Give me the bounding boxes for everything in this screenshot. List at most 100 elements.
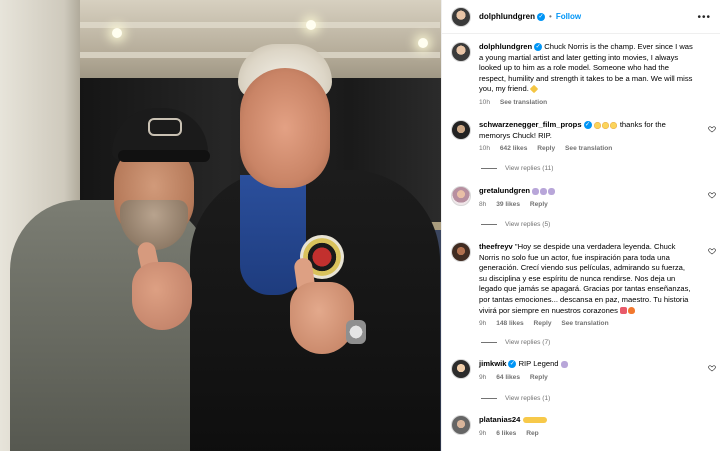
heart-icon[interactable] bbox=[708, 191, 716, 199]
reply-button[interactable]: Reply bbox=[530, 374, 548, 381]
replies-divider bbox=[481, 168, 497, 169]
caption-avatar[interactable] bbox=[451, 42, 471, 62]
hand-left bbox=[132, 262, 192, 330]
view-replies-button[interactable]: View replies (1) bbox=[481, 395, 550, 402]
comment-time: 9h bbox=[479, 373, 487, 381]
caption-meta: 10h See translation bbox=[479, 99, 693, 106]
comment-body: "Hoy se despide una verdadera leyenda. C… bbox=[479, 242, 691, 315]
see-translation-link[interactable]: See translation bbox=[561, 320, 608, 327]
comment-username[interactable]: jimkwik bbox=[479, 359, 506, 368]
comment-time: 8h bbox=[479, 200, 487, 208]
wristwatch bbox=[346, 320, 366, 344]
post-caption: dolphlundgren ✓ Chuck Norris is the champ… bbox=[451, 42, 709, 106]
heart-icon[interactable] bbox=[708, 247, 716, 255]
commenter-avatar[interactable] bbox=[451, 242, 471, 262]
comment-likes[interactable]: 64 likes bbox=[496, 374, 520, 381]
caption-text: dolphlundgren ✓ Chuck Norris is the champ… bbox=[479, 42, 693, 95]
commenter-avatar[interactable] bbox=[451, 359, 471, 379]
comment-body: RIP Legend bbox=[518, 359, 559, 368]
comment-item: jimkwik ✓ RIP Legend 9h 64 likes Reply bbox=[451, 359, 709, 381]
reply-button[interactable]: Reply bbox=[537, 145, 555, 152]
comment-text: theefreyv "Hoy se despide una verdadera … bbox=[479, 242, 693, 316]
replies-divider bbox=[481, 342, 497, 343]
replies-divider bbox=[481, 224, 497, 225]
view-replies-label: View replies (11) bbox=[505, 165, 554, 172]
comment-meta: 8h 39 likes Reply bbox=[479, 201, 693, 208]
reply-button[interactable]: Rep bbox=[526, 430, 538, 437]
commenter-avatar[interactable] bbox=[451, 120, 471, 140]
photo-lamp bbox=[112, 28, 122, 38]
comment-likes[interactable]: 39 likes bbox=[496, 201, 520, 208]
emoji-icon bbox=[601, 121, 609, 129]
emoji-icon bbox=[522, 417, 547, 423]
comment-time: 9h bbox=[479, 320, 487, 328]
comment-meta: 9h 6 likes Rep bbox=[479, 430, 693, 437]
verified-badge-icon: ✓ bbox=[537, 12, 545, 21]
comment-text: platanias24 bbox=[479, 415, 693, 426]
comment-time: 10h bbox=[479, 145, 491, 153]
praying-hands-emoji-icon bbox=[540, 187, 548, 195]
view-replies-button[interactable]: View replies (7) bbox=[481, 339, 550, 346]
broken-heart-emoji-icon bbox=[620, 307, 627, 315]
fire-emoji-icon bbox=[628, 307, 635, 315]
post-photo bbox=[0, 0, 441, 451]
hand-right bbox=[290, 282, 354, 354]
comment-username[interactable]: theefreyv bbox=[479, 242, 513, 251]
instagram-post-modal: dolphlundgren ✓ • Follow ••• dolphlundgr… bbox=[0, 0, 720, 451]
verified-badge-icon: ✓ bbox=[583, 121, 592, 129]
follow-button[interactable]: Follow bbox=[556, 12, 581, 21]
praying-hands-emoji-icon bbox=[532, 187, 540, 195]
comment-time: 9h bbox=[479, 429, 487, 437]
comment-meta: 9h 148 likes Reply See translation bbox=[479, 320, 693, 327]
see-translation-link[interactable]: See translation bbox=[500, 99, 547, 106]
comment-username[interactable]: gretalundgren bbox=[479, 186, 530, 195]
see-translation-link[interactable]: See translation bbox=[565, 145, 612, 152]
comment-text: jimkwik ✓ RIP Legend bbox=[479, 359, 693, 370]
comment-likes[interactable]: 148 likes bbox=[496, 320, 524, 327]
cap-logo bbox=[148, 118, 182, 136]
post-header: dolphlundgren ✓ • Follow ••• bbox=[442, 0, 720, 34]
emoji-icon bbox=[593, 121, 601, 129]
reply-button[interactable]: Reply bbox=[534, 320, 552, 327]
caption-username[interactable]: dolphlundgren bbox=[479, 42, 532, 51]
comments-panel: dolphlundgren ✓ • Follow ••• dolphlundgr… bbox=[441, 0, 720, 451]
commenter-avatar[interactable] bbox=[451, 186, 471, 206]
photo-lamp bbox=[306, 20, 316, 30]
comment-likes[interactable]: 642 likes bbox=[500, 145, 528, 152]
comment-likes[interactable]: 6 likes bbox=[496, 430, 516, 437]
comment-meta: 10h 642 likes Reply See translation bbox=[479, 145, 693, 152]
comment-text: schwarzenegger_film_props ✓ thanks for th… bbox=[479, 120, 693, 141]
view-replies-button[interactable]: View replies (5) bbox=[481, 221, 550, 228]
comment-item: schwarzenegger_film_props ✓ thanks for th… bbox=[451, 120, 709, 152]
comment-item: theefreyv "Hoy se despide una verdadera … bbox=[451, 242, 709, 327]
reply-button[interactable]: Reply bbox=[530, 201, 548, 208]
author-avatar[interactable] bbox=[451, 6, 471, 27]
view-replies-label: View replies (5) bbox=[505, 221, 551, 228]
replies-divider bbox=[481, 398, 497, 399]
praying-hands-emoji-icon bbox=[560, 360, 568, 368]
verified-badge-icon: ✓ bbox=[508, 360, 517, 368]
author-username[interactable]: dolphlundgren bbox=[479, 12, 535, 21]
separator-dot: • bbox=[549, 12, 552, 21]
comment-item: gretalundgren 8h 39 likes Reply bbox=[451, 186, 709, 208]
emoji-icon bbox=[609, 121, 617, 129]
more-options-icon[interactable]: ••• bbox=[697, 12, 711, 23]
comment-username[interactable]: schwarzenegger_film_props bbox=[479, 120, 582, 129]
photo-lamp bbox=[418, 38, 428, 48]
praying-hands-emoji-icon bbox=[548, 187, 556, 195]
heart-icon[interactable] bbox=[708, 364, 716, 372]
caption-time: 10h bbox=[479, 98, 491, 106]
heart-icon[interactable] bbox=[708, 125, 716, 133]
comment-text: gretalundgren bbox=[479, 186, 693, 197]
person-left-cap-brim bbox=[118, 150, 210, 162]
commenter-avatar[interactable] bbox=[451, 415, 471, 435]
comment-meta: 9h 64 likes Reply bbox=[479, 374, 693, 381]
view-replies-label: View replies (7) bbox=[505, 339, 551, 346]
person-right-head bbox=[240, 68, 330, 188]
view-replies-button[interactable]: View replies (11) bbox=[481, 165, 554, 172]
verified-badge-icon: ✓ bbox=[534, 43, 543, 51]
view-replies-label: View replies (1) bbox=[505, 395, 551, 402]
comment-item: platanias24 9h 6 likes Rep bbox=[451, 415, 709, 437]
sparkle-emoji-icon bbox=[529, 85, 539, 94]
comment-username[interactable]: platanias24 bbox=[479, 415, 520, 424]
